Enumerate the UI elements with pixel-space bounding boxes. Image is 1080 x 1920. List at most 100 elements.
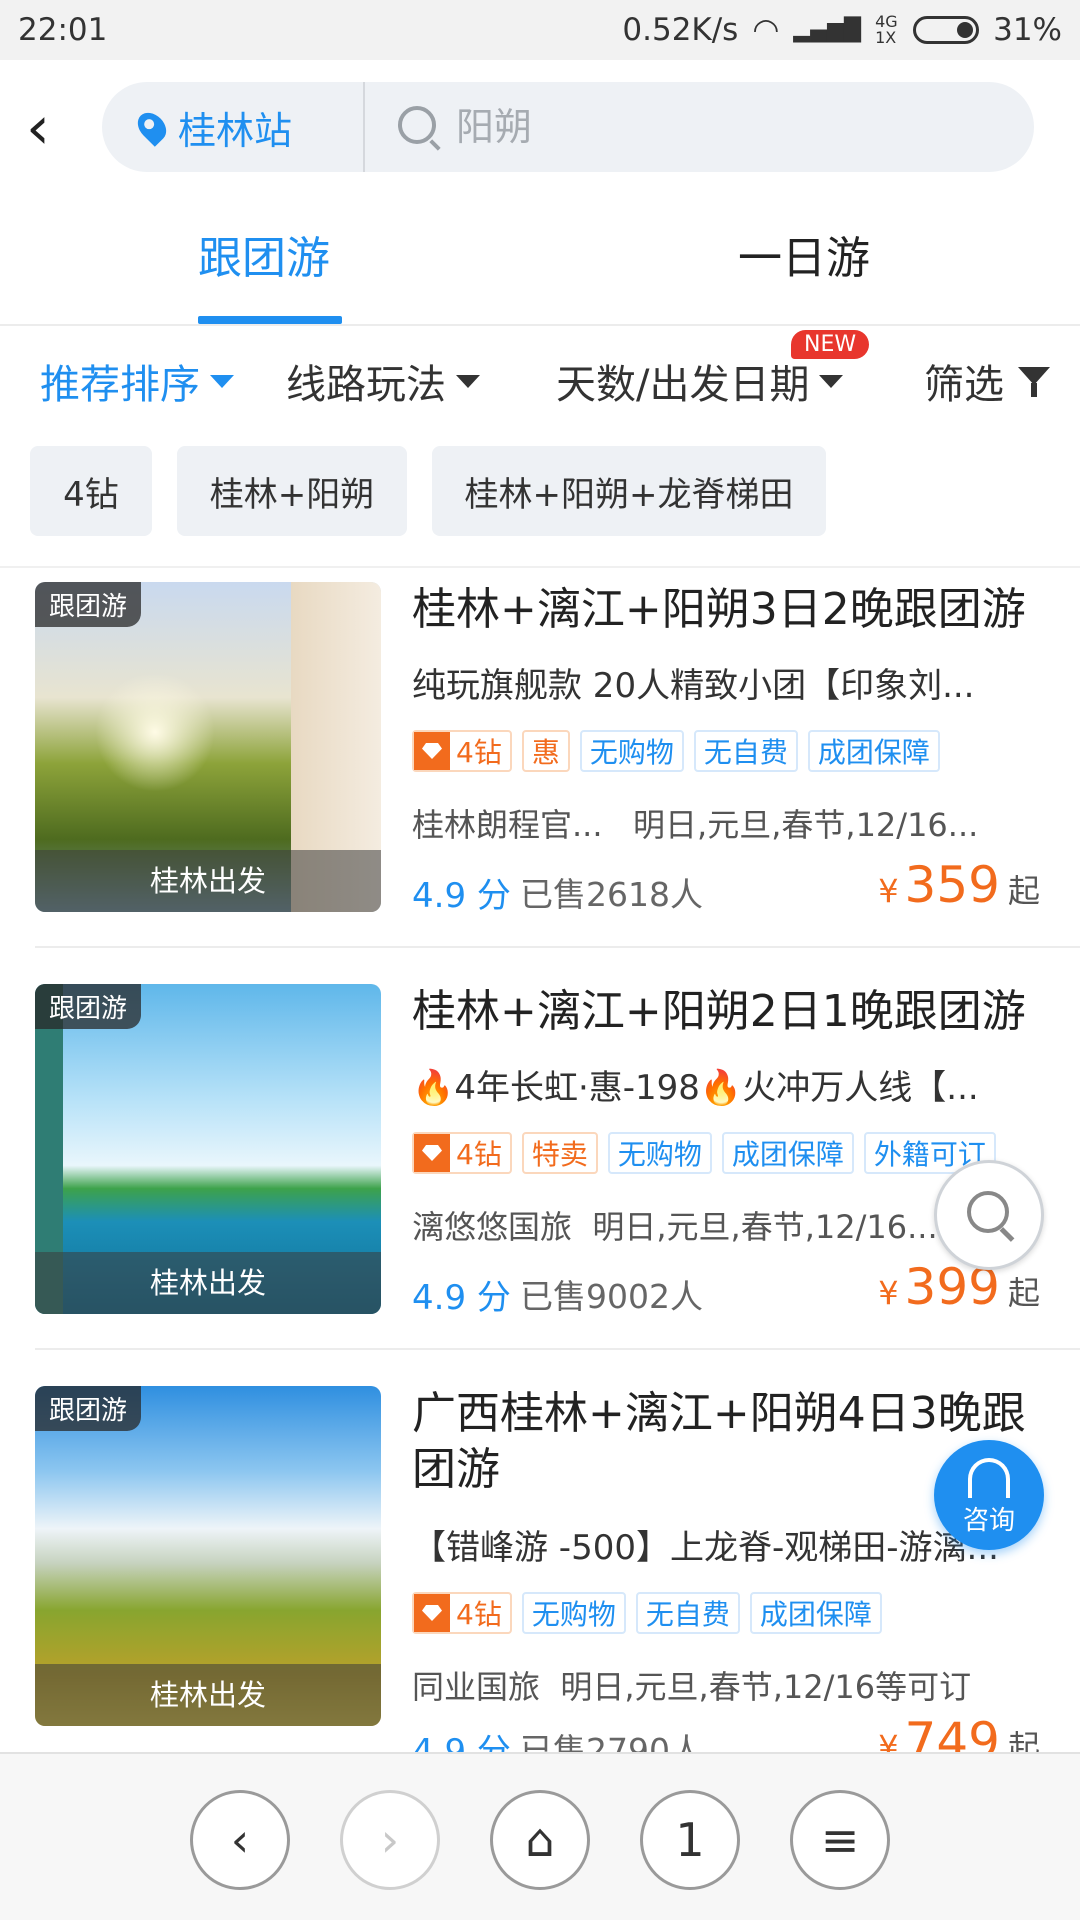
browser-menu-button[interactable]: ≡ — [790, 1790, 890, 1890]
vendor-name: 桂林朗程官... — [412, 806, 603, 844]
available-dates: 明日,元旦,春节,12/16... — [592, 1208, 938, 1246]
filter-more-label: 筛选 — [924, 362, 1004, 408]
tag: 特卖 — [521, 1132, 598, 1174]
price-suffix: 起 — [1007, 1728, 1040, 1752]
product-card[interactable]: 跟团游 桂林出发 桂林+漓江+阳朔3日2晚跟团游 纯玩旗舰款 20人精致小团【印… — [0, 582, 1080, 982]
search-icon — [398, 106, 436, 144]
tab-underline — [198, 316, 342, 324]
filter-more[interactable]: 筛选 — [924, 326, 1050, 436]
tag: 成团保障 — [807, 730, 940, 772]
currency: ¥ — [878, 872, 899, 910]
headset-icon — [968, 1458, 1010, 1498]
diamond-label: 4钻 — [456, 1138, 502, 1171]
product-tags: 4钻 惠 无购物 无自费 成团保障 — [412, 730, 940, 772]
new-badge: NEW — [791, 330, 870, 359]
product-sold: 已售2790人 — [520, 1731, 703, 1752]
search-input[interactable]: 阳朔 — [456, 82, 532, 172]
diamond-tag: 4钻 — [412, 1592, 512, 1634]
sun-glow — [95, 672, 215, 792]
tag: 无自费 — [635, 1592, 740, 1634]
search-icon — [967, 1191, 1009, 1233]
battery-level: 31% — [993, 12, 1062, 48]
browser-back-button[interactable]: ‹ — [190, 1790, 290, 1890]
filter-route-label: 线路玩法 — [286, 362, 446, 408]
tour-type-tabs: 跟团游 一日游 — [0, 192, 1080, 326]
chip-4-diamond[interactable]: 4钻 — [30, 446, 152, 536]
consult-label: 咨询 — [962, 1506, 1015, 1536]
floating-search-button[interactable] — [934, 1160, 1044, 1270]
product-score: 4.9 分 — [412, 1732, 511, 1752]
product-tags: 4钻 无购物 无自费 成团保障 — [412, 1592, 882, 1634]
card-divider — [35, 946, 1080, 948]
type-tag: 跟团游 — [35, 1386, 142, 1431]
product-sold: 已售9002人 — [520, 1277, 703, 1316]
network-speed: 0.52K/s — [622, 12, 739, 48]
product-title: 桂林+漓江+阳朔3日2晚跟团游 — [412, 584, 1026, 635]
status-bar: 22:01 0.52K/s ◠ ▂▄▆█ 4G 1X 31% — [0, 0, 1080, 60]
wifi-icon: ◠ — [752, 12, 780, 48]
chevron-left-icon: ‹ — [230, 1813, 250, 1867]
product-subtitle: 纯玩旗舰款 20人精致小团【印象刘... — [412, 666, 975, 706]
diamond-icon — [414, 1594, 450, 1632]
diamond-icon — [414, 732, 450, 770]
product-price: ¥ 749 起 — [878, 1712, 1040, 1752]
signal-icon: ▂▄▆█ — [793, 17, 862, 43]
browser-home-button[interactable]: ⌂ — [490, 1790, 590, 1890]
list-divider — [0, 566, 1080, 568]
vendor-name: 同业国旅 — [412, 1668, 541, 1706]
chip-guilin-yangshuo-longji[interactable]: 桂林+阳朔+龙脊梯田 — [432, 446, 826, 536]
vendor-dates: 同业国旅 明日,元旦,春节,12/16等可订 — [412, 1662, 1052, 1708]
product-card[interactable]: 跟团游 桂林出发 桂林+漓江+阳朔2日1晚跟团游 🔥4年长虹·惠-198🔥火冲万… — [0, 984, 1080, 1384]
browser-tabs-button[interactable]: 1 — [640, 1790, 740, 1890]
location-selector[interactable]: 桂林站 — [132, 82, 292, 172]
price-suffix: 起 — [1007, 1274, 1040, 1312]
search-header: ‹ 桂林站 阳朔 — [0, 60, 1080, 192]
currency: ¥ — [878, 1728, 899, 1752]
available-dates: 明日,元旦,春节,12/16... — [633, 806, 979, 844]
filter-days-date-label: 天数/出发日期 — [556, 362, 810, 408]
vendor-dates: 桂林朗程官... 明日,元旦,春节,12/16... — [412, 800, 1052, 846]
status-time: 22:01 — [18, 12, 108, 48]
product-title: 桂林+漓江+阳朔2日1晚跟团游 — [412, 986, 1026, 1037]
filter-sort[interactable]: 推荐排序 — [40, 326, 234, 436]
chip-guilin-yangshuo[interactable]: 桂林+阳朔 — [177, 446, 407, 536]
product-tags: 4钻 特卖 无购物 成团保障 外籍可订 — [412, 1132, 996, 1174]
diamond-icon — [414, 1134, 450, 1172]
tabs-count: 1 — [675, 1813, 705, 1867]
caret-down-icon — [819, 374, 844, 388]
chevron-right-icon: › — [380, 1813, 400, 1867]
caret-down-icon — [210, 374, 234, 388]
tag: 成团保障 — [721, 1132, 854, 1174]
price-suffix: 起 — [1007, 872, 1040, 910]
price-value: 359 — [904, 856, 1000, 914]
filter-bar: 推荐排序 线路玩法 天数/出发日期 筛选 — [0, 326, 1080, 436]
diamond-label: 4钻 — [456, 1598, 502, 1631]
search-divider — [363, 82, 365, 172]
tab-group-tour[interactable]: 跟团游 — [198, 222, 330, 286]
depart-label: 桂林出发 — [35, 1664, 381, 1726]
product-card[interactable]: 跟团游 桂林出发 广西桂林+漓江+阳朔4日3晚跟团游 【错峰游 -500】上龙脊… — [0, 1386, 1080, 1752]
tag: 无购物 — [607, 1132, 712, 1174]
back-arrow-icon[interactable]: ‹ — [26, 98, 76, 158]
home-icon: ⌂ — [525, 1813, 555, 1867]
product-thumbnail: 跟团游 桂林出发 — [35, 984, 381, 1314]
diamond-tag: 4钻 — [412, 730, 512, 772]
filter-route[interactable]: 线路玩法 — [286, 326, 480, 436]
menu-icon: ≡ — [820, 1813, 860, 1867]
status-right: 0.52K/s ◠ ▂▄▆█ 4G 1X 31% — [622, 12, 1062, 48]
filter-sort-label: 推荐排序 — [40, 362, 200, 408]
product-score: 4.9 分 — [412, 876, 511, 916]
tag: 无自费 — [693, 730, 798, 772]
product-score: 4.9 分 — [412, 1278, 511, 1318]
product-thumbnail: 跟团游 桂林出发 — [35, 582, 381, 912]
tag: 无购物 — [521, 1592, 626, 1634]
diamond-label: 4钻 — [456, 736, 502, 769]
product-price: ¥ 399 起 — [878, 1258, 1040, 1316]
product-price: ¥ 359 起 — [878, 856, 1040, 914]
consult-button[interactable]: 咨询 — [934, 1440, 1044, 1550]
caret-down-icon — [456, 374, 480, 388]
product-thumbnail: 跟团游 桂林出发 — [35, 1386, 381, 1726]
browser-forward-button[interactable]: › — [340, 1790, 440, 1890]
location-pin-icon — [132, 107, 172, 147]
tab-day-tour[interactable]: 一日游 — [738, 222, 870, 286]
